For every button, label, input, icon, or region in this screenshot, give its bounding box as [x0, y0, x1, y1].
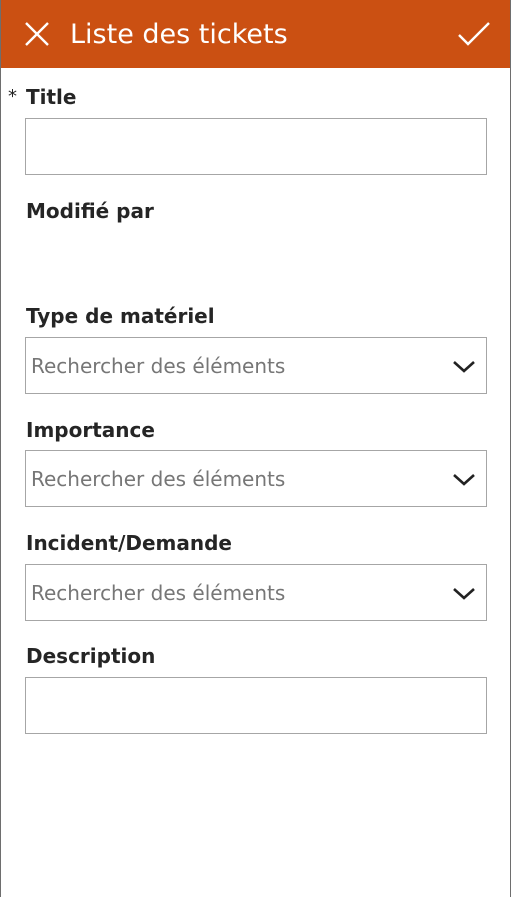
material-type-label: Type de matériel [26, 304, 215, 328]
incident-placeholder: Rechercher des éléments [31, 581, 286, 605]
material-type-placeholder: Rechercher des éléments [31, 354, 286, 378]
chevron-down-icon [453, 361, 475, 373]
header-bar: Liste des tickets [1, 0, 510, 68]
incident-label: Incident/Demande [26, 531, 232, 555]
chevron-down-icon [453, 588, 475, 600]
page-title: Liste des tickets [70, 19, 288, 50]
importance-placeholder: Rechercher des éléments [31, 467, 286, 491]
title-input[interactable] [25, 118, 487, 175]
importance-dropdown[interactable]: Rechercher des éléments [25, 450, 487, 507]
checkmark-icon [458, 22, 490, 46]
description-input[interactable] [25, 677, 487, 734]
close-button[interactable] [23, 20, 51, 48]
material-type-dropdown[interactable]: Rechercher des éléments [25, 337, 487, 394]
title-label: Title [26, 85, 77, 109]
close-icon [25, 22, 49, 46]
incident-dropdown[interactable]: Rechercher des éléments [25, 564, 487, 621]
description-label: Description [26, 644, 156, 668]
chevron-down-icon [453, 474, 475, 486]
modified-by-label: Modifié par [26, 199, 154, 223]
submit-button[interactable] [457, 20, 491, 48]
edit-form-screen: Liste des tickets * Title Modifié par Ty… [0, 0, 511, 897]
importance-label: Importance [26, 418, 155, 442]
required-marker: * [8, 86, 17, 107]
